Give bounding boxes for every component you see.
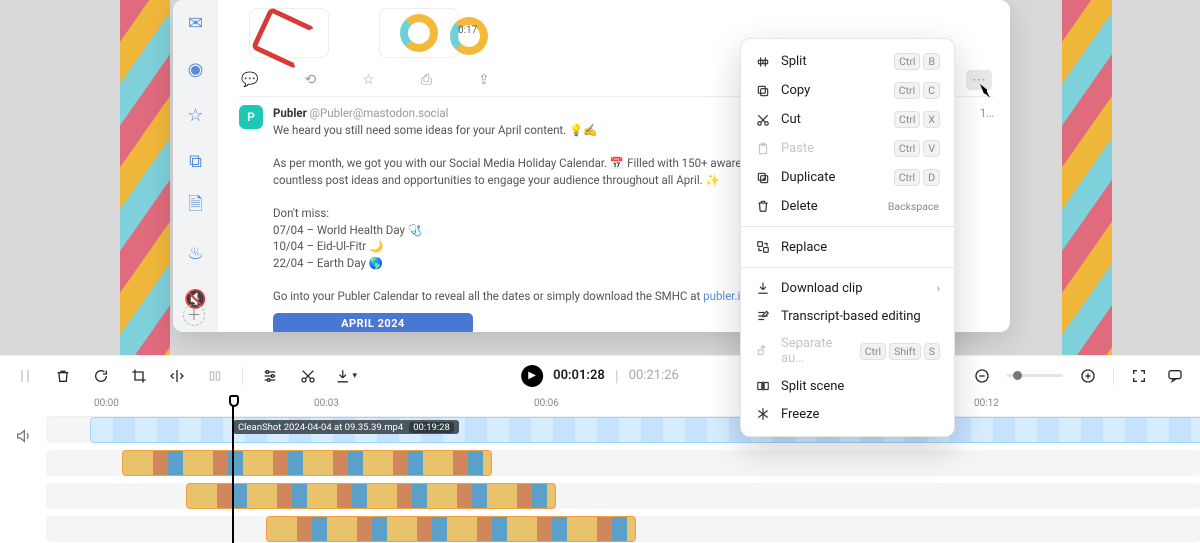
ruler-mark: 00:03 (314, 398, 339, 409)
post-author: Publer (273, 106, 307, 120)
split-icon (755, 54, 771, 70)
video-clip-overlay-1[interactable] (122, 450, 492, 476)
copy-icon (755, 83, 771, 99)
download-icon (755, 280, 771, 296)
menu-freeze[interactable]: Freeze (741, 400, 954, 428)
chevron-right-icon: › (937, 282, 940, 295)
avatar[interactable]: P (239, 105, 263, 129)
track-row[interactable] (46, 516, 1200, 542)
track-row[interactable]: CleanShot 2024-04-04 at 09.35.39.mp4 00:… (46, 417, 1200, 443)
post-meta: 1… (980, 105, 994, 122)
menu-separator (741, 226, 954, 227)
toolbar-separator (1113, 367, 1114, 385)
clip-filename: CleanShot 2024-04-04 at 09.35.39.mp4 (238, 422, 403, 433)
bookmark-icon[interactable]: ⎙ (421, 72, 432, 88)
toolbar-separator (242, 367, 243, 385)
menu-download-clip[interactable]: Download clip › (741, 274, 954, 302)
media-thumb-1[interactable] (249, 8, 329, 58)
tool-align (204, 365, 226, 387)
cut-icon (755, 112, 771, 128)
track-row[interactable] (46, 450, 1200, 476)
split-scene-icon (755, 378, 771, 394)
clip-duration: 00:19:28 (409, 422, 454, 433)
track-audio-icon[interactable] (12, 425, 34, 447)
menu-copy[interactable]: Copy Ctrl C (741, 76, 954, 105)
playhead[interactable] (232, 395, 234, 543)
replace-icon (755, 239, 771, 255)
video-clip-overlay-2[interactable] (186, 483, 556, 509)
timeline-ruler[interactable]: 00:00 00:03 00:06 00:12 (46, 395, 1200, 417)
file-icon[interactable]: 🗎 (188, 198, 202, 216)
menu-delete[interactable]: Delete Backspace (741, 192, 954, 220)
menu-cut[interactable]: Cut Ctrl X (741, 105, 954, 134)
tool-download[interactable]: ▾ (335, 365, 357, 387)
tool-delete[interactable] (52, 365, 74, 387)
zoom-out-button[interactable] (971, 365, 993, 387)
more-button[interactable]: ⋯ (966, 70, 992, 90)
clip-context-menu: Split Ctrl B Copy Ctrl C Cut Ctrl X Past… (740, 38, 955, 437)
add-account-button[interactable]: ＋ (183, 304, 205, 326)
video-clip-overlay-3[interactable] (266, 516, 636, 542)
menu-separate-audio: Separate au… Ctrl Shift S (741, 330, 954, 372)
tool-flip[interactable] (166, 365, 188, 387)
tool-rotate[interactable] (90, 365, 112, 387)
book-icon[interactable]: ⧉ (189, 152, 202, 170)
mail-icon[interactable]: ✉ (188, 14, 203, 32)
tool-scissors[interactable] (297, 365, 319, 387)
paste-icon (755, 141, 771, 157)
media-duration: 0:17 (450, 17, 488, 55)
menu-replace[interactable]: Replace (741, 233, 954, 261)
menu-separator (741, 267, 954, 268)
timeline[interactable]: 00:00 00:03 00:06 00:12 CleanShot 2024-04-0… (0, 395, 1200, 543)
time-total: 00:21:26 (629, 368, 679, 383)
menu-paste: Paste Ctrl V (741, 134, 954, 163)
playback-controls: ▶ 00:01:28 | 00:21:26 (521, 365, 679, 387)
delete-icon (755, 198, 771, 214)
reply-icon[interactable]: 💬 (241, 72, 258, 88)
ruler-mark: 00:06 (534, 398, 559, 409)
user-icon[interactable]: ◉ (188, 60, 204, 78)
video-bg-left (120, 0, 170, 355)
ruler-mark: 00:00 (94, 398, 119, 409)
ruler-mark: 00:12 (974, 398, 999, 409)
freeze-icon (755, 406, 771, 422)
timeline-tracks: CleanShot 2024-04-04 at 09.35.39.mp4 00:… (46, 417, 1200, 542)
zoom-in-button[interactable] (1077, 365, 1099, 387)
tool-crop[interactable] (128, 365, 150, 387)
menu-split[interactable]: Split Ctrl B (741, 47, 954, 76)
video-bg-right (1062, 0, 1112, 355)
play-button[interactable]: ▶ (521, 365, 543, 387)
post-banner: APRIL 2024 (273, 313, 473, 332)
post-handle: @Publer@mastodon.social (310, 106, 449, 120)
editor-toolbar: ▾ ▶ 00:01:28 | 00:21:26 (0, 355, 1200, 395)
share-icon[interactable]: ⇪ (478, 72, 490, 88)
tool-split (14, 365, 36, 387)
favorite-icon[interactable]: ☆ (362, 72, 375, 88)
menu-duplicate[interactable]: Duplicate Ctrl D (741, 163, 954, 192)
transcript-icon (755, 308, 771, 324)
separate-audio-icon (755, 343, 771, 359)
star-icon[interactable]: ☆ (187, 106, 203, 124)
menu-transcript-editing[interactable]: Transcript-based editing (741, 302, 954, 330)
preview-canvas: ✉ ◉ ☆ ⧉ 🗎 ♨ 🔇 3 A ＋ 0:17 💬 ⟲ ☆ ⎙ (0, 0, 1200, 355)
time-current: 00:01:28 (553, 368, 605, 383)
tool-comments[interactable] (1164, 365, 1186, 387)
video-clip-main[interactable]: CleanShot 2024-04-04 at 09.35.39.mp4 00:… (90, 417, 1200, 443)
boost-icon[interactable]: ⟲ (304, 72, 316, 88)
tool-fullscreen[interactable] (1128, 365, 1150, 387)
zoom-slider[interactable] (1007, 374, 1063, 377)
tool-adjust[interactable] (259, 365, 281, 387)
duplicate-icon (755, 170, 771, 186)
menu-split-scene[interactable]: Split scene (741, 372, 954, 400)
app-sidebar: ✉ ◉ ☆ ⧉ 🗎 ♨ 🔇 3 A (173, 0, 218, 332)
flame-icon[interactable]: ♨ (187, 244, 203, 262)
media-thumb-2[interactable]: 0:17 (379, 8, 459, 58)
track-row[interactable] (46, 483, 1200, 509)
